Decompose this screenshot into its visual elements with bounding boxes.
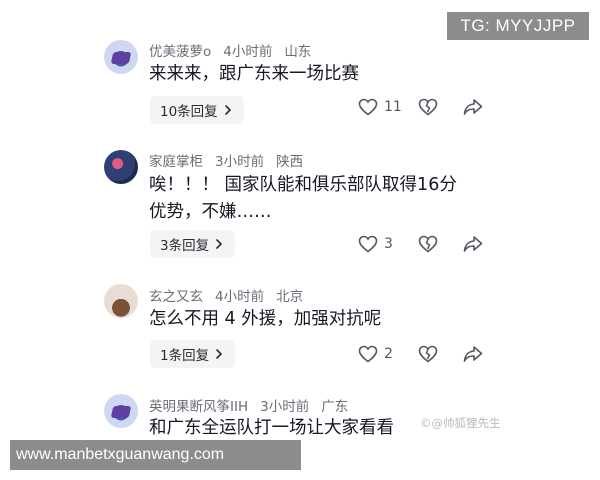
view-replies-button[interactable]: 10条回复 [150, 96, 244, 124]
comment-actions: 3 [358, 235, 487, 253]
comment-text-line: 唉！！！ 国家队能和俱乐部队取得16分 [149, 175, 457, 195]
dislike-button[interactable] [418, 345, 463, 363]
comment-meta: 家庭掌柜 3小时前 陕西 [149, 150, 303, 170]
comment-time: 3小时前 [260, 399, 310, 415]
replies-label: 1条回复 [160, 348, 210, 364]
username[interactable]: 玄之又玄 [149, 289, 203, 305]
dislike-button[interactable] [418, 235, 463, 253]
comment-text: 来来来，跟广东来一场比赛 [149, 61, 539, 88]
avatar[interactable] [104, 150, 138, 184]
replies-label: 3条回复 [160, 238, 210, 254]
like-button[interactable]: 3 [358, 235, 418, 253]
comment-time: 4小时前 [223, 44, 273, 60]
share-button[interactable] [463, 345, 487, 363]
comment-meta: 英明果断风筝IIH 3小时前 广东 [149, 395, 348, 415]
dislike-button[interactable] [418, 98, 463, 116]
avatar[interactable] [104, 40, 138, 74]
comment-location: 广东 [321, 399, 349, 415]
comment-meta: 玄之又玄 4小时前 北京 [149, 285, 303, 305]
share-button[interactable] [463, 98, 487, 116]
avatar[interactable] [104, 284, 138, 318]
telegram-watermark: TG: MYYJJPP [447, 12, 589, 40]
comment-meta: 优美菠萝o 4小时前 山东 [149, 40, 311, 60]
comment-actions: 11 [358, 98, 487, 116]
broken-heart-icon [418, 345, 438, 363]
comment-location: 北京 [276, 289, 304, 305]
username[interactable]: 英明果断风筝IIH [149, 399, 248, 415]
view-replies-button[interactable]: 1条回复 [150, 340, 236, 368]
comment-actions: 2 [358, 345, 487, 363]
comment-time: 4小时前 [215, 289, 265, 305]
like-count: 11 [384, 99, 402, 115]
replies-label: 10条回复 [160, 104, 218, 120]
broken-heart-icon [418, 235, 438, 253]
chevron-right-icon [216, 349, 223, 359]
comment-text-line: 优势，不嫌…… [149, 202, 272, 222]
like-button[interactable]: 2 [358, 345, 418, 363]
comment-time: 3小时前 [215, 154, 265, 170]
avatar[interactable] [104, 394, 138, 428]
like-count: 3 [384, 236, 393, 252]
share-arrow-icon [463, 99, 483, 115]
author-watermark: ©@帅狐狸先生 [420, 416, 501, 430]
comment-text: 怎么不用 4 外援，加强对抗呢 [149, 306, 539, 333]
broken-heart-icon [418, 98, 438, 116]
share-arrow-icon [463, 346, 483, 362]
chevron-right-icon [216, 239, 223, 249]
heart-icon [358, 345, 378, 363]
comment-location: 陕西 [276, 154, 304, 170]
view-replies-button[interactable]: 3条回复 [150, 230, 236, 258]
comment-location: 山东 [284, 44, 312, 60]
comment-text-line: 来来来，跟广东来一场比赛 [149, 64, 359, 84]
username[interactable]: 优美菠萝o [149, 44, 211, 60]
heart-icon [358, 98, 378, 116]
heart-icon [358, 235, 378, 253]
comment-text: 唉！！！ 国家队能和俱乐部队取得16分 优势，不嫌…… [149, 172, 539, 226]
chevron-right-icon [224, 105, 231, 115]
url-watermark: www.manbetxguanwang.com [10, 440, 301, 470]
share-button[interactable] [463, 235, 487, 253]
username[interactable]: 家庭掌柜 [149, 154, 203, 170]
comment-text-line: 怎么不用 4 外援，加强对抗呢 [149, 309, 382, 329]
like-count: 2 [384, 346, 393, 362]
share-arrow-icon [463, 236, 483, 252]
like-button[interactable]: 11 [358, 98, 418, 116]
